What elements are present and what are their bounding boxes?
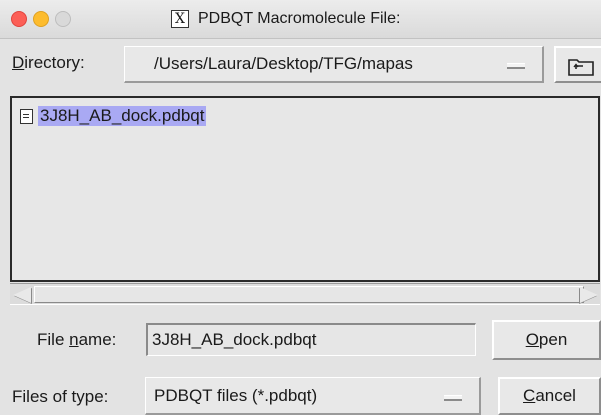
scrollbar-thumb[interactable] bbox=[34, 286, 584, 303]
scroll-left-icon[interactable] bbox=[13, 287, 31, 303]
file-name-input[interactable] bbox=[146, 323, 476, 356]
directory-path: /Users/Laura/Desktop/TFG/mapas bbox=[154, 54, 413, 73]
open-button[interactable]: Open bbox=[492, 320, 601, 360]
open-label-rest: pen bbox=[538, 330, 568, 349]
cancel-button[interactable]: Cancel bbox=[498, 377, 601, 415]
file-type-combobox[interactable]: PDBQT files (*.pdbqt) bbox=[145, 377, 481, 415]
open-mnemonic: O bbox=[525, 330, 539, 349]
file-name-label-post: ame: bbox=[78, 330, 117, 349]
dropdown-indicator-icon[interactable] bbox=[507, 63, 525, 69]
directory-mnemonic: D bbox=[12, 53, 25, 72]
parent-directory-button[interactable] bbox=[554, 46, 601, 83]
close-window-button[interactable] bbox=[11, 11, 27, 27]
cancel-mnemonic: C bbox=[523, 386, 536, 405]
horizontal-scrollbar[interactable] bbox=[10, 283, 600, 305]
file-name-mnemonic: n bbox=[69, 330, 79, 349]
x11-icon: X bbox=[171, 10, 189, 28]
directory-label: Directory: bbox=[12, 53, 85, 73]
file-name-label: File name: bbox=[37, 330, 116, 350]
minimize-window-button[interactable] bbox=[33, 11, 49, 27]
document-icon bbox=[20, 108, 33, 124]
title-bar: X PDBQT Macromolecule File: bbox=[0, 0, 601, 39]
folder-up-icon bbox=[568, 59, 594, 76]
zoom-window-button[interactable] bbox=[55, 11, 71, 27]
file-name-label-pre: File bbox=[37, 330, 70, 349]
cancel-label-rest: ancel bbox=[535, 386, 576, 405]
file-item-name: 3J8H_AB_dock.pdbqt bbox=[38, 106, 207, 126]
window-title-area: X PDBQT Macromolecule File: bbox=[171, 9, 400, 29]
directory-combobox[interactable]: /Users/Laura/Desktop/TFG/mapas bbox=[124, 46, 544, 83]
dropdown-indicator-icon[interactable] bbox=[444, 394, 462, 401]
window-title: PDBQT Macromolecule File: bbox=[198, 10, 401, 27]
list-item[interactable]: 3J8H_AB_dock.pdbqt bbox=[20, 106, 207, 126]
scroll-right-icon[interactable] bbox=[580, 287, 598, 303]
directory-label-rest: irectory: bbox=[24, 53, 85, 72]
file-type-value: PDBQT files (*.pdbqt) bbox=[154, 385, 318, 405]
files-of-type-label: Files of type: bbox=[12, 387, 109, 406]
file-listbox[interactable]: 3J8H_AB_dock.pdbqt bbox=[10, 96, 600, 282]
